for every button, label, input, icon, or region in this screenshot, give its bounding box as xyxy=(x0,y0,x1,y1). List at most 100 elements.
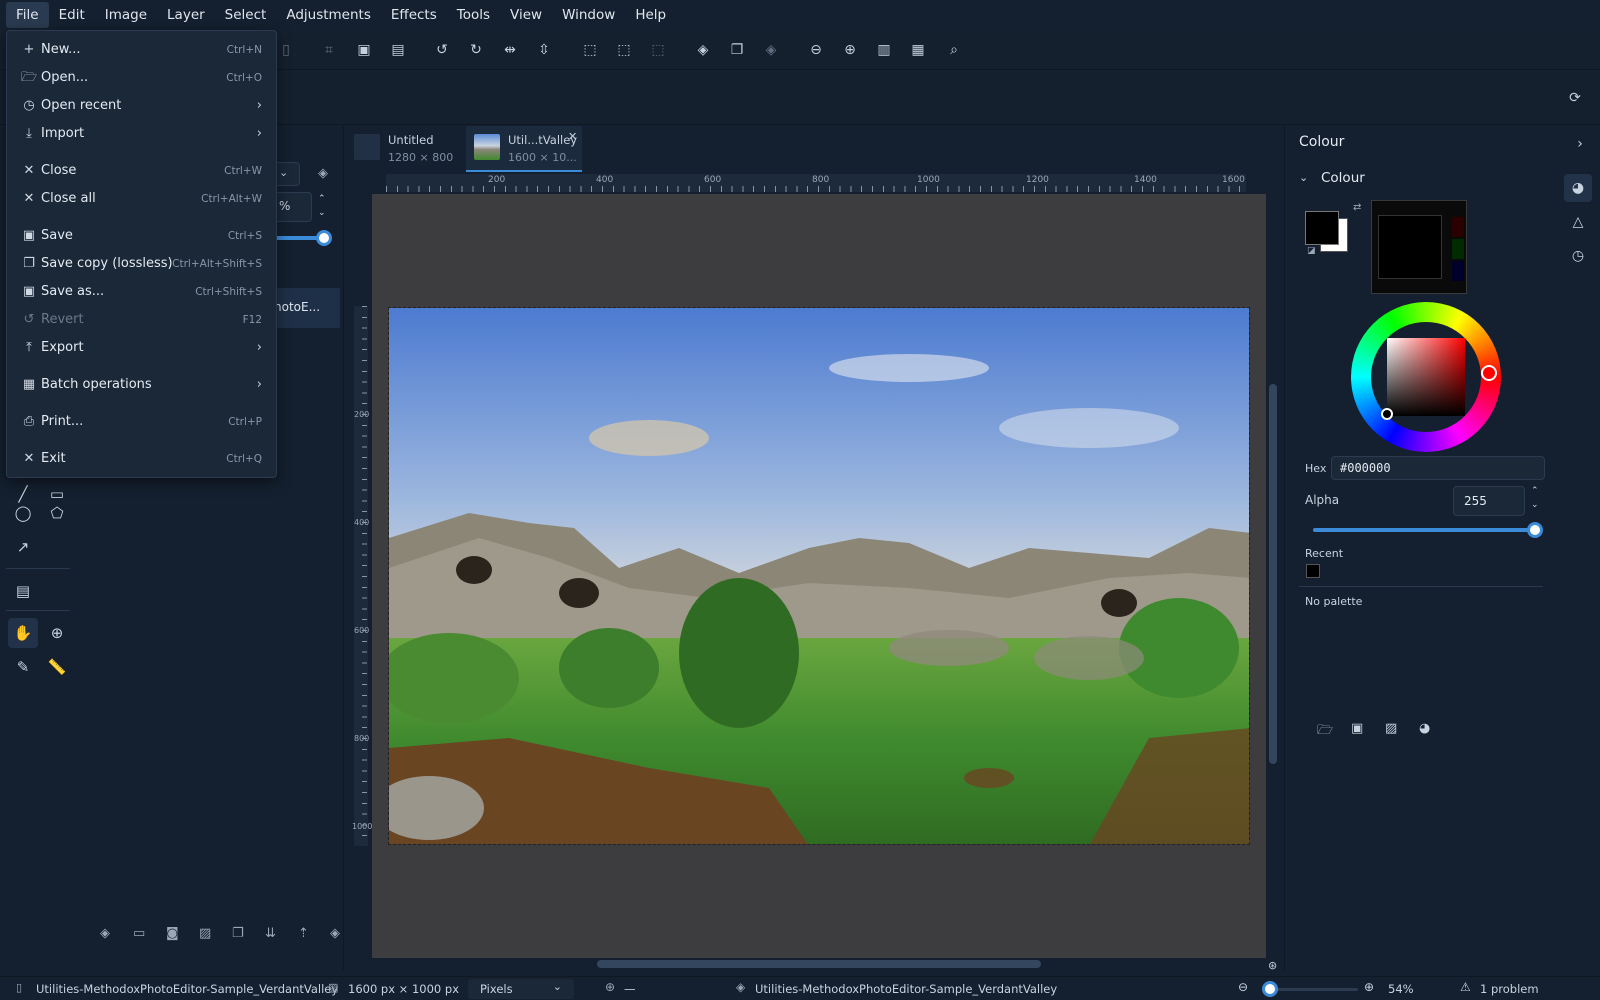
menu-item-export[interactable]: ⤒ Export › xyxy=(7,334,276,362)
unit-select[interactable]: Pixels ⌄ xyxy=(468,979,574,999)
menu-item-save-as[interactable]: ▣ Save as... Ctrl+Shift+S xyxy=(7,278,276,306)
menu-help[interactable]: Help xyxy=(625,2,676,28)
zoom-out-icon[interactable]: ⊖ xyxy=(806,40,826,60)
hex-input[interactable]: #000000 xyxy=(1331,456,1545,480)
canvas-image[interactable] xyxy=(388,307,1250,845)
colour-history-grid[interactable] xyxy=(1371,200,1467,294)
alpha-slider-handle[interactable] xyxy=(1527,522,1543,538)
flip-vertical-icon[interactable]: ⇳ xyxy=(534,40,554,60)
select-all-icon[interactable]: ⬚ xyxy=(580,40,600,60)
move-layer-icon[interactable]: ⇡ xyxy=(298,926,309,941)
add-mask-icon[interactable]: ◙ xyxy=(166,926,179,941)
zoom-slider-handle[interactable] xyxy=(1262,981,1278,997)
reset-view-icon[interactable]: ⊛ xyxy=(1268,959,1277,972)
adjustments-panel-icon[interactable]: △ xyxy=(1564,208,1592,236)
opacity-stepper-up-icon[interactable]: ⌃ xyxy=(318,194,326,204)
menu-item-exit[interactable]: ✕ Exit Ctrl+Q xyxy=(7,445,276,473)
doc-tab-untitled[interactable]: Untitled 1280 × 800 xyxy=(346,126,458,172)
resize-canvas-icon[interactable]: ▤ xyxy=(388,40,408,60)
chevron-down-icon[interactable]: ⌄ xyxy=(1299,171,1308,184)
zoom-in-icon[interactable]: ⊕ xyxy=(840,40,860,60)
menu-item-save-copy[interactable]: ❐ Save copy (lossless) Ctrl+Alt+Shift+S xyxy=(7,250,276,278)
menu-adjustments[interactable]: Adjustments xyxy=(276,2,381,28)
duplicate-layer-icon[interactable]: ❐ xyxy=(232,926,244,941)
menu-item-batch-operations[interactable]: ▦ Batch operations › xyxy=(7,371,276,399)
hand-tool-icon[interactable]: ✋ xyxy=(8,618,38,648)
palette-icon[interactable]: ◕ xyxy=(1419,721,1430,736)
menu-effects[interactable]: Effects xyxy=(381,2,447,28)
menu-file[interactable]: File xyxy=(6,2,49,28)
doc-tab-verdantvalley[interactable]: Util...tValley 1600 × 10... ✕ xyxy=(466,126,582,172)
merge-layer-icon[interactable]: ◈ xyxy=(761,40,781,60)
save-palette-icon[interactable]: ▣ xyxy=(1351,721,1363,736)
colour-section-header[interactable]: Colour xyxy=(1321,170,1365,186)
history-panel-icon[interactable]: ◷ xyxy=(1564,242,1592,270)
flip-horizontal-icon[interactable]: ⇹ xyxy=(500,40,520,60)
layers-icon[interactable]: ◈ xyxy=(693,40,713,60)
colour-panel-icon[interactable]: ◕ xyxy=(1564,174,1592,202)
swap-colours-icon[interactable]: ⇄ xyxy=(1353,202,1361,213)
menu-edit[interactable]: Edit xyxy=(49,2,95,28)
primary-colour-swatch[interactable] xyxy=(1305,211,1339,245)
zoom-in-icon[interactable]: ⊕ xyxy=(1364,980,1374,994)
reset-colours-icon[interactable]: ◪ xyxy=(1307,246,1316,256)
zoom-tool-icon[interactable]: ⊕ xyxy=(42,618,72,648)
rotate-right-icon[interactable]: ↻ xyxy=(466,40,486,60)
eyedropper-tool-icon[interactable]: ✎ xyxy=(8,652,38,682)
ruler-tool-icon[interactable]: 📏 xyxy=(42,652,72,682)
ellipse-tool-icon[interactable]: ◯ xyxy=(8,498,38,528)
opacity-slider-handle[interactable] xyxy=(316,230,332,246)
add-layer-icon[interactable]: ◈ xyxy=(100,926,110,941)
vertical-scrollbar[interactable] xyxy=(1269,384,1277,764)
menu-window[interactable]: Window xyxy=(552,2,625,28)
zoom-out-icon[interactable]: ⊖ xyxy=(1238,980,1248,994)
alpha-slider-track[interactable] xyxy=(1313,528,1537,532)
warning-icon[interactable]: ⚠ xyxy=(1460,980,1471,994)
fit-window-icon[interactable]: ▥ xyxy=(874,40,894,60)
crop-icon[interactable]: ⌗ xyxy=(319,40,339,60)
invert-selection-icon[interactable]: ⬚ xyxy=(648,40,668,60)
deselect-icon[interactable]: ⬚ xyxy=(614,40,634,60)
paste-icon[interactable]: ▯ xyxy=(276,40,296,60)
add-group-icon[interactable]: ▭ xyxy=(133,926,145,941)
menu-tools[interactable]: Tools xyxy=(447,2,500,28)
saturation-value-square[interactable] xyxy=(1387,338,1465,416)
arrow-tool-icon[interactable]: ↗ xyxy=(8,532,38,562)
menu-image[interactable]: Image xyxy=(95,2,157,28)
menu-item-close[interactable]: ✕ Close Ctrl+W xyxy=(7,157,276,185)
duplicate-layer-icon[interactable]: ❐ xyxy=(727,40,747,60)
menu-item-import[interactable]: ⤓ Import › xyxy=(7,120,276,148)
delete-layer-icon[interactable]: ◈ xyxy=(330,926,340,941)
layer-image-icon[interactable]: ▨ xyxy=(199,926,211,941)
status-problems[interactable]: 1 problem xyxy=(1480,982,1539,996)
sv-handle[interactable] xyxy=(1381,408,1393,420)
horizontal-scrollbar[interactable] xyxy=(597,960,1041,968)
merge-down-icon[interactable]: ⇊ xyxy=(265,926,276,941)
menu-view[interactable]: View xyxy=(500,2,552,28)
alpha-stepper-up-icon[interactable]: ⌃ xyxy=(1531,486,1539,496)
recent-colour-swatch[interactable] xyxy=(1306,564,1320,578)
resize-image-icon[interactable]: ▣ xyxy=(354,40,374,60)
actual-size-icon[interactable]: ▦ xyxy=(908,40,928,60)
layer-properties-icon[interactable]: ◈ xyxy=(318,166,328,181)
menu-item-save[interactable]: ▣ Save Ctrl+S xyxy=(7,222,276,250)
menu-select[interactable]: Select xyxy=(215,2,277,28)
reset-icon[interactable]: ⟳ xyxy=(1565,88,1585,108)
close-icon[interactable]: ✕ xyxy=(568,130,577,143)
chevron-right-icon[interactable]: › xyxy=(1570,130,1590,158)
menu-item-print[interactable]: ⎙ Print... Ctrl+P xyxy=(7,408,276,436)
opacity-stepper-down-icon[interactable]: ⌄ xyxy=(318,208,326,218)
text-tool-icon[interactable]: ▤ xyxy=(8,576,38,606)
colour-wheel[interactable] xyxy=(1351,302,1501,452)
menu-item-close-all[interactable]: ✕ Close all Ctrl+Alt+W xyxy=(7,185,276,213)
alpha-stepper-down-icon[interactable]: ⌄ xyxy=(1531,500,1539,510)
menu-item-open-recent[interactable]: ◷ Open recent › xyxy=(7,92,276,120)
menu-item-open[interactable]: 🗁 Open... Ctrl+O xyxy=(7,64,276,92)
menu-item-new[interactable]: + New... Ctrl+N xyxy=(7,36,276,64)
open-palette-icon[interactable]: 🗁 xyxy=(1317,721,1333,743)
rotate-left-icon[interactable]: ↺ xyxy=(432,40,452,60)
alpha-input[interactable]: 255 xyxy=(1453,486,1525,516)
layer-row-selected[interactable]: hotoE... xyxy=(268,288,340,328)
palette-from-image-icon[interactable]: ▨ xyxy=(1385,721,1397,736)
menu-layer[interactable]: Layer xyxy=(157,2,215,28)
